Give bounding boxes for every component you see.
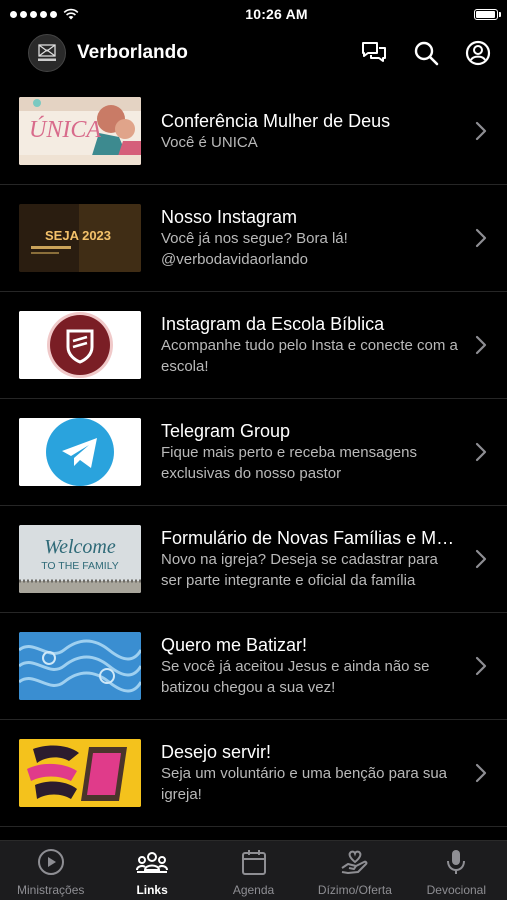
list-item[interactable]: Quero me Batizar! Se você já aceitou Jes… xyxy=(0,613,507,720)
chevron-right-icon xyxy=(475,763,487,783)
row-text: Formulário de Novas Famílias e Membros N… xyxy=(161,527,461,591)
row-subtitle: Você já nos segue? Bora lá! @verbodavida… xyxy=(161,230,348,268)
microphone-icon xyxy=(447,850,466,874)
thumbnail-image: ÚNICA xyxy=(19,97,141,165)
row-text: Conferência Mulher de Deus Você é UNICA xyxy=(161,110,461,153)
row-title: Formulário de Novas Famílias e Membros xyxy=(161,528,461,548)
status-bar: 10:26 AM xyxy=(0,0,507,28)
row-text: Nosso Instagram Você já nos segue? Bora … xyxy=(161,206,461,270)
calendar-icon xyxy=(241,850,266,875)
search-icon[interactable] xyxy=(413,40,439,66)
tab-label: Devocional xyxy=(426,883,487,897)
chevron-right-icon xyxy=(475,549,487,569)
logo-mark-icon xyxy=(38,44,56,61)
battery-icon xyxy=(474,8,501,20)
row-text: Instagram da Escola Bíblica Acompanhe tu… xyxy=(161,313,461,377)
tab-label: Dízimo/Oferta xyxy=(317,883,392,897)
row-subtitle: Novo na igreja? Deseja se cadastrar para… xyxy=(161,551,438,589)
thumb-text: SEJA 2023 xyxy=(45,228,111,243)
status-left xyxy=(10,8,79,20)
row-subtitle: Seja um voluntário e uma benção para sua… xyxy=(161,765,448,803)
thumb-text: ÚNICA xyxy=(29,116,101,143)
row-text: Telegram Group Fique mais perto e receba… xyxy=(161,420,461,484)
row-title: Instagram da Escola Bíblica xyxy=(161,314,385,334)
list-item[interactable]: Welcome TO THE FAMILY Formulário de Nova… xyxy=(0,506,507,613)
tab-label: Links xyxy=(136,883,168,897)
chevron-right-icon xyxy=(475,228,487,248)
chat-icon[interactable] xyxy=(361,41,387,65)
app-header: Verborlando xyxy=(0,28,507,78)
row-subtitle: Você é UNICA xyxy=(161,133,258,151)
row-title: Quero me Batizar! xyxy=(161,635,308,655)
tab-label: Ministrações xyxy=(17,883,85,897)
row-title: Desejo servir! xyxy=(161,742,272,762)
app-title: Verborlando xyxy=(77,42,188,63)
tab-dizimo-oferta[interactable]: Dízimo/Oferta xyxy=(304,841,405,900)
row-text: Quero me Batizar! Se você já aceitou Jes… xyxy=(161,634,461,698)
row-subtitle: Fique mais perto e receba mensagens excl… xyxy=(161,444,417,482)
row-subtitle: Acompanhe tudo pelo Insta e conecte com … xyxy=(161,337,458,375)
profile-icon[interactable] xyxy=(465,40,491,66)
tab-devocional[interactable]: Devocional xyxy=(406,841,507,900)
donate-icon xyxy=(341,850,368,874)
list-item[interactable]: SEJA 2023 Nosso Instagram Você já nos se… xyxy=(0,185,507,292)
group-icon xyxy=(136,852,169,873)
chevron-right-icon xyxy=(475,335,487,355)
tab-label: Agenda xyxy=(232,883,275,897)
thumbnail-image xyxy=(19,632,141,700)
row-text: Desejo servir! Seja um voluntário e uma … xyxy=(161,741,461,805)
app-logo[interactable] xyxy=(28,34,66,72)
header-actions xyxy=(361,40,491,66)
chevron-right-icon xyxy=(475,656,487,676)
list-item[interactable]: ÚNICA Conferência Mulher de Deus Você é … xyxy=(0,78,507,185)
tab-links[interactable]: Links xyxy=(101,841,202,900)
row-title: Conferência Mulher de Deus xyxy=(161,110,391,131)
list-item[interactable]: Telegram Group Fique mais perto e receba… xyxy=(0,399,507,506)
thumb-text: Welcome xyxy=(44,536,116,558)
tab-ministracoes[interactable]: Ministrações xyxy=(0,841,101,900)
status-time: 10:26 AM xyxy=(245,6,308,22)
tab-agenda[interactable]: Agenda xyxy=(203,841,304,900)
chevron-right-icon xyxy=(475,121,487,141)
thumbnail-image xyxy=(19,739,141,807)
list-item[interactable]: Instagram da Escola Bíblica Acompanhe tu… xyxy=(0,292,507,399)
play-icon xyxy=(37,849,64,875)
thumbnail-image: Welcome TO THE FAMILY xyxy=(19,525,141,593)
wifi-icon xyxy=(63,8,79,20)
links-list: ÚNICA Conferência Mulher de Deus Você é … xyxy=(0,78,507,827)
row-title: Telegram Group xyxy=(161,421,291,441)
chevron-right-icon xyxy=(475,442,487,462)
row-title: Nosso Instagram xyxy=(161,207,298,227)
list-item[interactable]: Desejo servir! Seja um voluntário e uma … xyxy=(0,720,507,827)
thumb-text: TO THE FAMILY xyxy=(41,560,119,572)
thumbnail-image xyxy=(19,418,141,486)
signal-dots-icon xyxy=(10,10,57,18)
thumbnail-image: SEJA 2023 xyxy=(19,204,141,272)
thumbnail-image xyxy=(19,311,141,379)
row-subtitle: Se você já aceitou Jesus e ainda não se … xyxy=(161,658,430,696)
tab-bar: Ministrações Links Agenda Dízimo/Oferta xyxy=(0,840,507,900)
